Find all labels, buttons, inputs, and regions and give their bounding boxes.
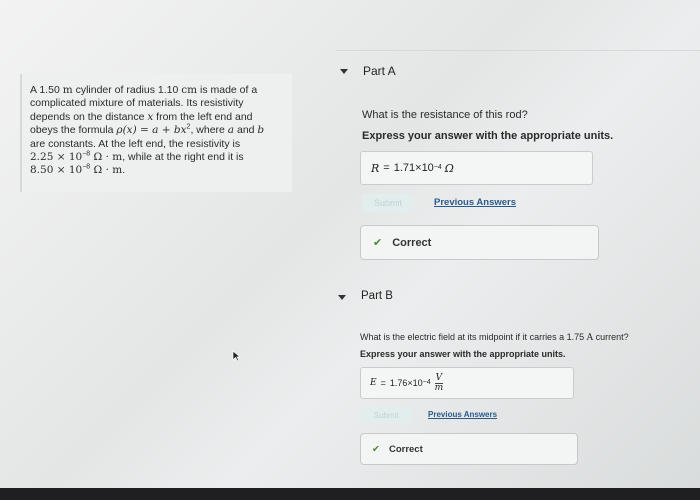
part-b-previous-answers-link[interactable]: Previous Answers bbox=[428, 410, 497, 419]
checkmark-icon: ✔ bbox=[372, 443, 380, 455]
mouse-pointer-icon bbox=[232, 350, 241, 362]
problem-line-3: depends on the distance x from the left … bbox=[30, 111, 284, 124]
problem-text: from the left end and bbox=[153, 110, 253, 123]
variable-b: b bbox=[257, 124, 265, 137]
answer-value: 1.71×10 bbox=[393, 162, 434, 174]
answer-unit: V m bbox=[434, 372, 444, 393]
correct-label: Correct bbox=[392, 236, 432, 249]
right-resistivity-exponent: −8 bbox=[82, 163, 91, 171]
left-resistivity-exponent: −8 bbox=[82, 150, 91, 158]
question-text: What is the electric field at its midpoi… bbox=[360, 332, 587, 342]
collapse-part-b-icon[interactable] bbox=[338, 295, 346, 300]
problem-text: . bbox=[122, 164, 126, 177]
unit-ohm-meter: Ω · m bbox=[90, 151, 123, 164]
problem-line-1: A 1.50 m cylinder of radius 1.10 cm is m… bbox=[30, 84, 284, 97]
problem-line-6: 2.25 × 10−8 Ω · m, while at the right en… bbox=[30, 151, 284, 164]
screen: A 1.50 m cylinder of radius 1.10 cm is m… bbox=[0, 0, 700, 488]
problem-text: , while at the right end it is bbox=[122, 151, 244, 164]
equals-sign: = bbox=[380, 378, 386, 388]
answer-unit: Ω bbox=[444, 161, 454, 175]
right-resistivity-value: 8.50 × 10 bbox=[30, 164, 83, 177]
part-a-question: What is the resistance of this rod? bbox=[362, 109, 528, 121]
unit-centimeters: cm bbox=[181, 84, 198, 96]
part-a-previous-answers-link[interactable]: Previous Answers bbox=[434, 197, 516, 208]
question-text: current? bbox=[593, 332, 629, 342]
part-b-title[interactable]: Part B bbox=[361, 290, 393, 302]
problem-text: , where bbox=[190, 124, 228, 137]
checkmark-icon: ✔ bbox=[373, 237, 383, 249]
resistivity-formula: ρ(x) = a + bx bbox=[116, 124, 187, 137]
problem-text: cylinder of radius 1.10 bbox=[72, 84, 182, 96]
part-b-correct-feedback: ✔ Correct bbox=[360, 433, 578, 465]
unit-numerator: V bbox=[435, 372, 443, 383]
problem-text: depends on the distance bbox=[30, 110, 148, 123]
answer-symbol: R bbox=[371, 161, 380, 175]
part-b-question: What is the electric field at its midpoi… bbox=[360, 332, 629, 343]
correct-label: Correct bbox=[388, 443, 423, 455]
answer-value: 1.76×10 bbox=[389, 378, 423, 388]
unit-meters: m bbox=[62, 84, 73, 96]
problem-text: and bbox=[234, 124, 258, 137]
unit-ohm-meter: Ω · m bbox=[90, 164, 123, 177]
part-b-instruction: Express your answer with the appropriate… bbox=[360, 349, 566, 359]
part-a-submit-button[interactable]: Submit bbox=[362, 194, 414, 212]
problem-statement: A 1.50 m cylinder of radius 1.10 cm is m… bbox=[20, 74, 292, 192]
problem-text: is made of a bbox=[197, 84, 258, 96]
problem-text: obeys the formula bbox=[30, 124, 117, 137]
problem-text: A 1.50 bbox=[30, 84, 63, 96]
answer-symbol: E bbox=[370, 378, 377, 388]
part-b-answer-field[interactable]: E = 1.76×10 −4 V m bbox=[360, 367, 574, 399]
divider bbox=[336, 50, 700, 51]
problem-line-4: obeys the formula ρ(x) = a + bx2, where … bbox=[30, 124, 284, 137]
part-a-correct-feedback: ✔ Correct bbox=[360, 225, 599, 260]
problem-line-5: are constants. At the left end, the resi… bbox=[30, 137, 241, 150]
problem-line-2: complicated mixture of materials. Its re… bbox=[30, 97, 244, 110]
unit-denominator: m bbox=[434, 382, 444, 393]
part-b-submit-button[interactable]: Submit bbox=[361, 407, 411, 423]
collapse-part-a-icon[interactable] bbox=[340, 69, 348, 74]
problem-line-7: 8.50 × 10−8 Ω · m. bbox=[30, 164, 284, 177]
part-a-answer-field[interactable]: R = 1.71×10 −4 Ω bbox=[360, 151, 593, 185]
left-resistivity-value: 2.25 × 10 bbox=[30, 151, 83, 164]
equals-sign: = bbox=[383, 162, 390, 174]
screen-bezel bbox=[0, 488, 700, 500]
part-a-title[interactable]: Part A bbox=[363, 64, 396, 78]
part-a-instruction: Express your answer with the appropriate… bbox=[362, 130, 614, 142]
